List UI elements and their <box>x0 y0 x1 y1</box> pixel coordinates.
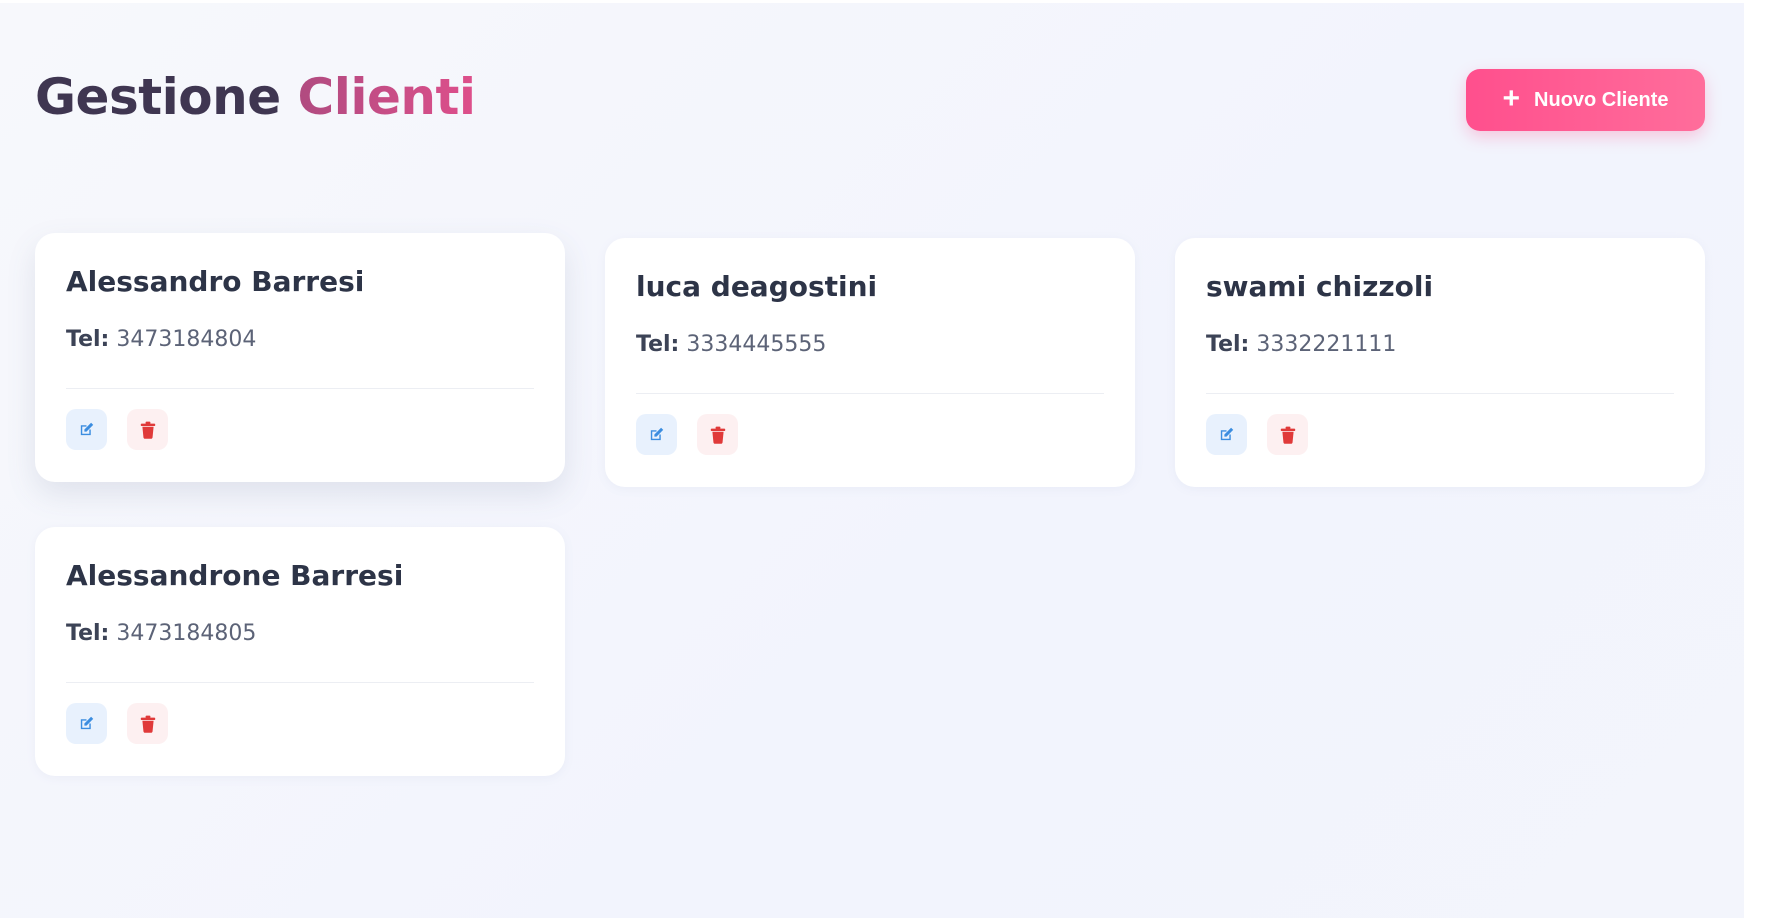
card-divider <box>66 682 534 683</box>
edit-client-button[interactable] <box>66 703 107 744</box>
delete-client-button[interactable] <box>127 703 168 744</box>
edit-icon <box>650 427 664 441</box>
trash-icon <box>710 426 725 444</box>
client-phone: Tel: 3334445555 <box>636 332 826 357</box>
phone-value: 3473184804 <box>116 327 257 352</box>
title-word-gestione: Gestione <box>35 68 281 126</box>
phone-value: 3473184805 <box>116 621 257 646</box>
card-actions <box>636 414 738 455</box>
scrollbar-track[interactable] <box>1744 0 1772 918</box>
client-name: swami chizzoli <box>1206 270 1434 303</box>
card-actions <box>66 409 168 450</box>
card-actions <box>66 703 168 744</box>
phone-label: Tel: <box>1206 332 1250 357</box>
phone-label: Tel: <box>66 621 110 646</box>
card-divider <box>636 393 1104 394</box>
page-header: Gestione Clienti + Nuovo Cliente <box>35 60 1705 140</box>
edit-client-button[interactable] <box>1206 414 1247 455</box>
card-divider <box>1206 393 1674 394</box>
edit-icon <box>80 716 94 730</box>
trash-icon <box>140 421 155 439</box>
phone-label: Tel: <box>636 332 680 357</box>
card-divider <box>66 388 534 389</box>
client-phone: Tel: 3473184804 <box>66 327 256 352</box>
trash-icon <box>1280 426 1295 444</box>
client-phone: Tel: 3473184805 <box>66 621 256 646</box>
client-name: Alessandro Barresi <box>66 265 365 298</box>
edit-client-button[interactable] <box>66 409 107 450</box>
client-name: luca deagostini <box>636 270 878 303</box>
delete-client-button[interactable] <box>697 414 738 455</box>
phone-value: 3332221111 <box>1256 332 1397 357</box>
plus-icon: + <box>1502 81 1521 115</box>
client-phone: Tel: 3332221111 <box>1206 332 1396 357</box>
client-card[interactable]: swami chizzoli Tel: 3332221111 <box>1175 238 1705 487</box>
client-card[interactable]: luca deagostini Tel: 3334445555 <box>605 238 1135 487</box>
new-client-label: Nuovo Cliente <box>1534 88 1669 111</box>
card-actions <box>1206 414 1308 455</box>
trash-icon <box>140 715 155 733</box>
delete-client-button[interactable] <box>127 409 168 450</box>
phone-label: Tel: <box>66 327 110 352</box>
edit-client-button[interactable] <box>636 414 677 455</box>
phone-value: 3334445555 <box>686 332 827 357</box>
client-card[interactable]: Alessandro Barresi Tel: 3473184804 <box>35 233 565 482</box>
edit-icon <box>80 422 94 436</box>
title-word-clienti: Clienti <box>297 68 477 126</box>
delete-client-button[interactable] <box>1267 414 1308 455</box>
client-name: Alessandrone Barresi <box>66 559 404 592</box>
edit-icon <box>1220 427 1234 441</box>
page-title: Gestione Clienti <box>35 68 476 126</box>
client-card[interactable]: Alessandrone Barresi Tel: 3473184805 <box>35 527 565 776</box>
top-edge <box>0 0 1744 3</box>
new-client-button[interactable]: + Nuovo Cliente <box>1466 69 1705 131</box>
